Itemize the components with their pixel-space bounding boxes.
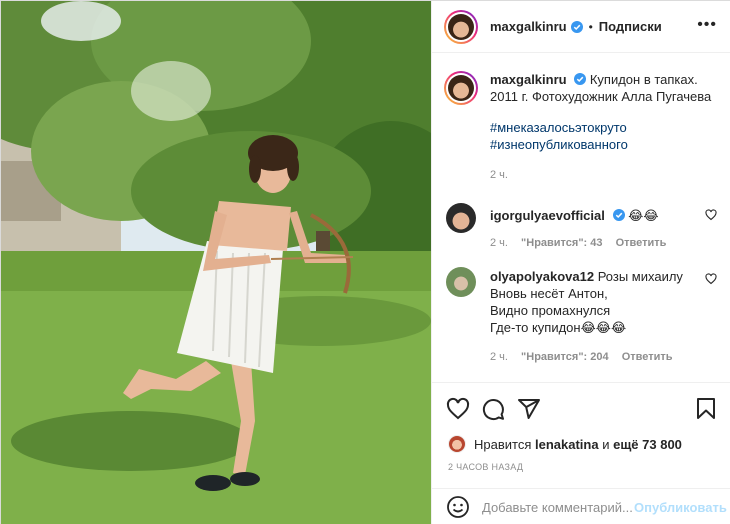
caption-row: maxgalkinru Купидон в тапках. 2011 г. Фо… (444, 71, 719, 184)
comment-likes[interactable]: "Нравится": 204 (521, 351, 609, 363)
action-bar (432, 382, 730, 434)
post-timestamp: 2 ЧАСОВ НАЗАД (448, 462, 524, 472)
following-button[interactable]: Подписки (599, 19, 662, 34)
more-options-icon[interactable]: ••• (697, 17, 717, 33)
verified-badge-icon (574, 73, 587, 85)
commenter-avatar[interactable] (446, 267, 476, 297)
hashtag-link[interactable]: #изнеопубликованного (490, 136, 719, 153)
cupid-photo-illustration (1, 1, 431, 524)
instagram-post-modal: maxgalkinru • Подписки ••• maxgalkinru К… (0, 0, 730, 524)
commenter-username[interactable]: igorgulyaevofficial (490, 208, 605, 223)
reply-button[interactable]: Ответить (622, 351, 673, 363)
reply-button[interactable]: Ответить (616, 237, 667, 249)
comment-text: 😂😂 (628, 208, 659, 223)
comment-like-heart-icon[interactable] (705, 273, 717, 285)
caption-username[interactable]: maxgalkinru (490, 72, 567, 87)
emoji-icon[interactable] (446, 495, 470, 519)
add-comment-bar: Опубликовать (432, 488, 730, 524)
comment-row: igorgulyaevofficial 😂😂 2 ч. "Нравится": … (444, 201, 719, 252)
comment-likes[interactable]: "Нравится": 43 (521, 237, 602, 249)
post-photo (1, 1, 431, 524)
comment-icon[interactable] (481, 397, 505, 421)
caption-avatar[interactable] (444, 71, 478, 105)
verified-badge-icon (570, 20, 583, 33)
likes-mid: и (602, 436, 610, 452)
likes-summary: Нравится lenakatina и ещё 73 800 (448, 435, 682, 453)
comment-input[interactable] (482, 499, 632, 515)
caption-time: 2 ч. (490, 169, 508, 181)
author-avatar[interactable] (444, 9, 478, 44)
comments-list[interactable]: maxgalkinru Купидон в тапках. 2011 г. Фо… (432, 53, 730, 382)
commenter-avatar[interactable] (446, 203, 476, 233)
heart-icon[interactable] (446, 397, 470, 421)
verified-badge-icon (612, 209, 625, 221)
comment-row: olyapolyakova12 Розы михаилу Вновь несёт… (444, 265, 719, 366)
liker-username[interactable]: lenakatina (535, 437, 599, 452)
comment-time: 2 ч. (490, 237, 508, 249)
hashtag-link[interactable]: #мнеказалосьэтокруто (490, 119, 719, 136)
likes-count-link[interactable]: ещё 73 800 (613, 437, 682, 452)
share-icon[interactable] (517, 397, 541, 421)
post-header: maxgalkinru • Подписки ••• (432, 1, 730, 53)
post-side-panel: maxgalkinru • Подписки ••• maxgalkinru К… (431, 1, 730, 524)
bookmark-icon[interactable] (694, 397, 718, 421)
separator-dot: • (588, 19, 593, 34)
publish-button[interactable]: Опубликовать (634, 500, 727, 515)
likes-prefix: Нравится (474, 436, 532, 452)
author-username[interactable]: maxgalkinru (490, 19, 567, 34)
comment-time: 2 ч. (490, 351, 508, 363)
commenter-username[interactable]: olyapolyakova12 (490, 269, 594, 284)
comment-like-heart-icon[interactable] (705, 209, 717, 221)
liker-avatar[interactable] (448, 435, 466, 453)
